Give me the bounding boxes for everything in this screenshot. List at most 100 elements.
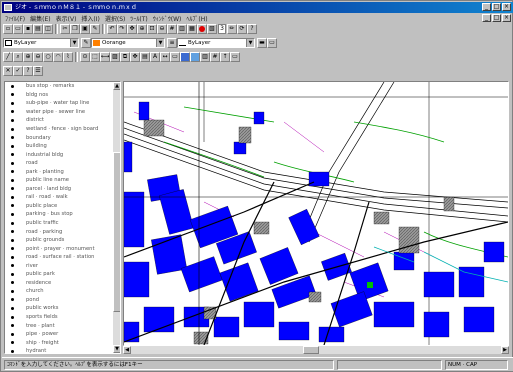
layer-visible-icon[interactable] [11, 332, 14, 336]
layer-visible-icon[interactable] [11, 84, 14, 88]
select-icon[interactable]: ⬚ [90, 52, 100, 62]
text-icon[interactable]: A [150, 52, 160, 62]
layer-visible-icon[interactable] [11, 264, 14, 268]
layer-visible-icon[interactable] [11, 349, 14, 353]
layer-visible-icon[interactable] [11, 212, 14, 216]
zoom-realtime-icon[interactable]: ⊕ [137, 24, 147, 34]
grid-toggle-icon[interactable]: # [210, 52, 220, 62]
layer-item[interactable]: ship · freight [5, 338, 120, 347]
grid-icon[interactable]: # [167, 24, 177, 34]
record-icon[interactable] [197, 24, 207, 34]
line-icon[interactable]: ╱ [3, 52, 13, 62]
layer-item[interactable]: road · parking [5, 227, 120, 236]
make-current-icon[interactable]: ✎ [81, 38, 91, 48]
layer-visible-icon[interactable] [11, 195, 14, 199]
layer-item[interactable]: park · planting [5, 167, 120, 176]
preview-icon[interactable]: ◫ [43, 24, 53, 34]
layer-item[interactable]: church [5, 287, 120, 296]
redo-icon[interactable]: ↷ [117, 24, 127, 34]
layer-item[interactable]: parking · bus stop [5, 210, 120, 219]
move-icon[interactable]: ✥ [130, 52, 140, 62]
layer-visible-icon[interactable] [11, 204, 14, 208]
redraw-icon[interactable]: ⟳ [237, 24, 247, 34]
layer-scrollbar[interactable]: ▲ ▼ [113, 82, 120, 353]
layer-item[interactable]: bus stop · remarks [5, 82, 120, 91]
layer-visible-icon[interactable] [11, 161, 14, 165]
zoom-out-icon[interactable]: ⊖ [33, 52, 43, 62]
legend-icon[interactable]: ▥ [200, 52, 210, 62]
layer-item[interactable]: tree · plant [5, 321, 120, 330]
layer-item[interactable]: road · surface rail · station [5, 253, 120, 262]
layer-item[interactable]: public line name [5, 176, 120, 185]
layer-item[interactable]: boundary [5, 133, 120, 142]
zoom-in-icon[interactable]: ⊕ [23, 52, 33, 62]
layer-visible-icon[interactable] [11, 127, 14, 131]
help-icon[interactable]: ? [247, 24, 257, 34]
table-icon[interactable]: ▤ [140, 52, 150, 62]
zoom-previous-icon[interactable]: ⊖ [157, 24, 167, 34]
doc-close-button[interactable]: × [502, 14, 511, 22]
arc-icon[interactable]: ◠ [53, 52, 63, 62]
scroll-down-icon[interactable]: ▼ [113, 345, 120, 353]
layer-item[interactable]: point · prayer · monument [5, 244, 120, 253]
image-icon[interactable] [180, 52, 190, 62]
menu-insert[interactable]: 挿入(I) [81, 14, 99, 23]
layer-visible-icon[interactable] [11, 221, 14, 225]
layer-item[interactable]: wetland · fence · sign board [5, 125, 120, 134]
layer-visible-icon[interactable] [11, 178, 14, 182]
map-canvas[interactable] [123, 81, 509, 346]
layer-item[interactable]: road [5, 159, 120, 168]
scroll-right-icon[interactable]: ▶ [501, 346, 509, 354]
layer-visible-icon[interactable] [11, 255, 14, 259]
design-center-icon[interactable]: ▦ [187, 24, 197, 34]
doc-restore-button[interactable]: □ [492, 14, 501, 22]
menu-edit[interactable]: 編集(E) [30, 14, 50, 23]
map-hscrollbar[interactable]: ◀ ▶ [123, 346, 509, 354]
layer-visible-icon[interactable] [11, 238, 14, 242]
check-icon[interactable]: ✓ [13, 66, 23, 76]
layer-item[interactable]: public park [5, 270, 120, 279]
layer-visible-icon[interactable] [11, 230, 14, 234]
layer-visible-icon[interactable] [11, 341, 14, 345]
properties-icon[interactable]: ▥ [177, 24, 187, 34]
color-combo[interactable]: Oorange ▼ [91, 38, 165, 48]
layer-item[interactable]: building [5, 142, 120, 151]
maximize-button[interactable]: □ [492, 3, 501, 11]
layer-visible-icon[interactable] [11, 118, 14, 122]
close-x-icon[interactable]: ✕ [3, 66, 13, 76]
layer-visible-icon[interactable] [11, 272, 14, 276]
copy-icon[interactable]: ❐ [70, 24, 80, 34]
scroll-up-icon[interactable]: ▲ [113, 82, 120, 90]
close-button[interactable]: × [502, 3, 511, 11]
layer-visible-icon[interactable] [11, 93, 14, 97]
menu-file[interactable]: ﾌｧｲﾙ(F) [5, 14, 25, 23]
layer-item[interactable]: hydrant [5, 347, 120, 353]
save-icon[interactable]: ▪ [23, 24, 33, 34]
layer-visible-icon[interactable] [11, 298, 14, 302]
layer-visible-icon[interactable] [11, 110, 14, 114]
layer-item[interactable]: public place [5, 202, 120, 211]
undo-icon[interactable]: ↶ [107, 24, 117, 34]
scroll-thumb[interactable] [113, 152, 120, 312]
layer-item[interactable]: public works [5, 304, 120, 313]
zoom-window-icon[interactable]: ⊡ [147, 24, 157, 34]
title-bar[interactable]: ジオ - ｓｍｍｏｎＭ８１ - ｓｍｍｏｎ.ｍｘｄ _ □ × [2, 2, 513, 13]
polyline-icon[interactable]: ⌇ [63, 52, 73, 62]
layer-visible-icon[interactable] [11, 101, 14, 105]
cut-icon[interactable]: ✂ [60, 24, 70, 34]
page-input[interactable]: 3 [218, 24, 226, 34]
hatch-icon[interactable]: ▨ [110, 52, 120, 62]
layer-item[interactable]: district [5, 116, 120, 125]
circle-icon[interactable]: ○ [43, 52, 53, 62]
layer-visible-icon[interactable] [11, 136, 14, 140]
menu-tools[interactable]: ﾂｰﾙ(T) [130, 14, 147, 23]
dimension-icon[interactable]: ↔ [160, 52, 170, 62]
layer-visible-icon[interactable] [11, 281, 14, 285]
linetype-icon[interactable]: ≡ [167, 38, 177, 48]
query-icon[interactable]: ? [23, 66, 33, 76]
plot-style-icon[interactable]: ▭ [267, 38, 277, 48]
layer-item[interactable]: rail · road · walk [5, 193, 120, 202]
layout-icon[interactable]: ▭ [170, 52, 180, 62]
pencil-icon[interactable]: ✏ [227, 24, 237, 34]
layer-item[interactable]: parcel · land bldg [5, 185, 120, 194]
